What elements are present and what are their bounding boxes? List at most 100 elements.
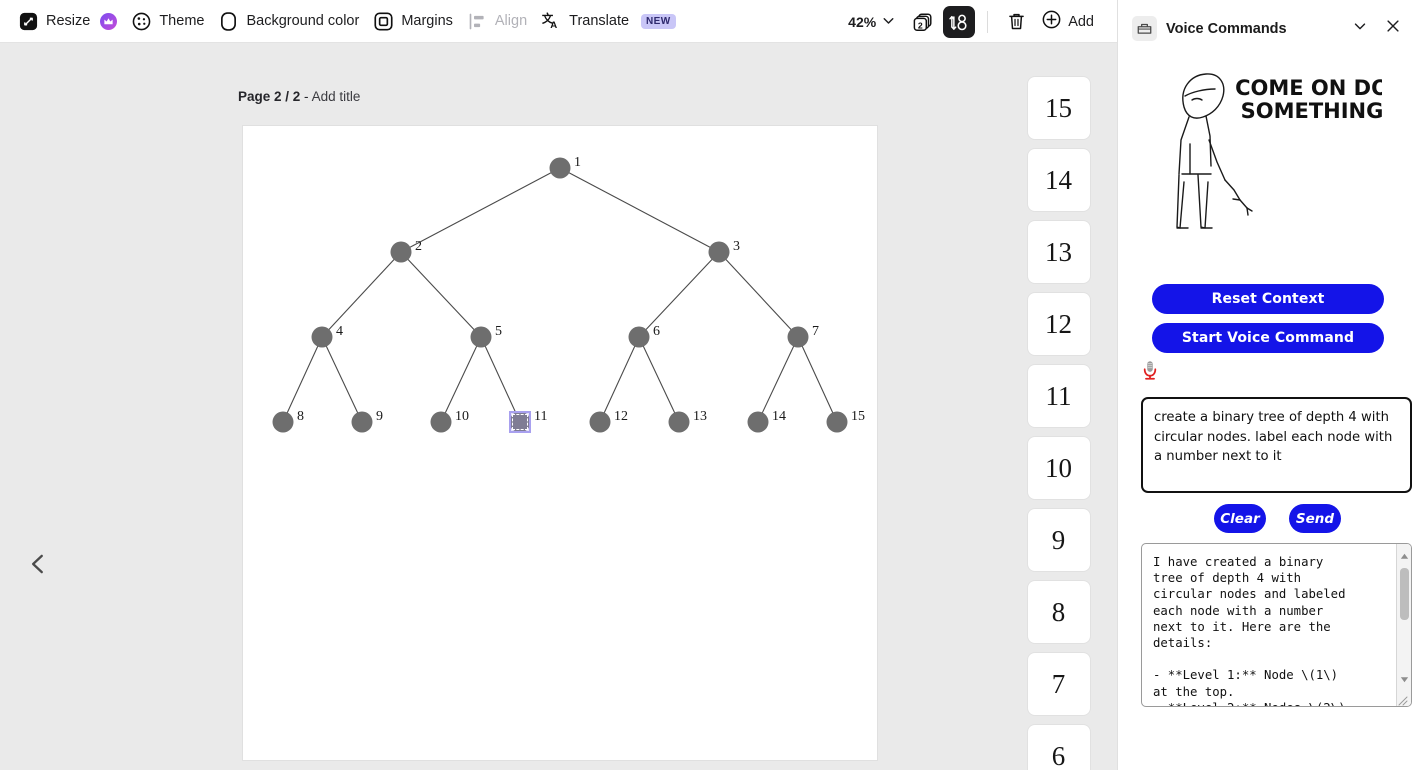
- svg-text:A: A: [550, 20, 557, 31]
- toolbar-item-resize[interactable]: Resize: [14, 6, 127, 36]
- meme-line-2: SOMETHING: [1241, 99, 1382, 123]
- toolbar-item-label: Resize: [46, 13, 91, 29]
- zoom-control[interactable]: 42%: [842, 8, 903, 36]
- page-thumbnail[interactable]: 7: [1027, 653, 1090, 715]
- meme-line-1: COME ON DO: [1235, 76, 1382, 100]
- toolbox-icon: [1132, 16, 1157, 41]
- toolbar-item-background-color[interactable]: Background color: [214, 6, 369, 36]
- page-label-separator: -: [300, 89, 312, 104]
- tree-node[interactable]: [549, 157, 571, 179]
- tree-node-label: 13: [693, 409, 707, 424]
- tree-node[interactable]: [430, 411, 452, 433]
- page-canvas[interactable]: 1 2 3 4 5 6 7 8 9 10 11 12 13 14 15: [243, 126, 877, 760]
- tree-edge: [638, 336, 680, 423]
- send-button[interactable]: Send: [1289, 504, 1341, 533]
- editor-area: Resize Theme Background color Margins Al…: [0, 0, 1117, 770]
- tree-node[interactable]: [311, 326, 333, 348]
- scroll-up-arrow-icon[interactable]: [1397, 549, 1411, 564]
- binary-tree-graphic: 12 34 5 6 78 9 10 11 12 13 14 15: [272, 155, 865, 433]
- meme-image: COME ON DO COME ON DO SOMETHING SOMETHIN…: [1154, 62, 1382, 260]
- arrange-pages-button[interactable]: [943, 5, 976, 38]
- tree-edge: [321, 251, 402, 338]
- response-resize-grip[interactable]: [1396, 693, 1411, 706]
- tree-edge: [559, 167, 720, 253]
- toolbar-item-margins[interactable]: Margins: [369, 6, 463, 36]
- page-thumbnail[interactable]: 14: [1027, 149, 1090, 211]
- tree-node[interactable]: [708, 241, 730, 263]
- tree-node[interactable]: [826, 411, 848, 433]
- tree-node-label: 4: [336, 324, 343, 339]
- page-thumbnail[interactable]: 9: [1027, 509, 1090, 571]
- tree-node[interactable]: [787, 326, 809, 348]
- tree-node[interactable]: [747, 411, 769, 433]
- tree-node-label: 6: [653, 324, 660, 339]
- page-thumbnail[interactable]: 11: [1027, 365, 1090, 427]
- tree-node[interactable]: [470, 326, 492, 348]
- tree-node-label: 14: [772, 409, 786, 424]
- resize-icon: [18, 11, 39, 32]
- page-thumbnail[interactable]: 6: [1027, 725, 1090, 770]
- add-title-link[interactable]: Add title: [312, 89, 361, 104]
- toolbar-item-label: Background color: [246, 13, 360, 29]
- tree-node[interactable]: [668, 411, 690, 433]
- toolbar-item-align[interactable]: Align: [463, 6, 537, 36]
- toolbar-item-label: Theme: [159, 13, 205, 29]
- tree-edge: [400, 251, 482, 338]
- scroll-down-arrow-icon[interactable]: [1397, 672, 1411, 687]
- tree-node-label: 7: [812, 324, 819, 339]
- page-thumbnail[interactable]: 10: [1027, 437, 1090, 499]
- clear-button[interactable]: Clear: [1214, 504, 1266, 533]
- previous-page-button[interactable]: [18, 546, 58, 586]
- toolbar-item-translate[interactable]: 文 A Translate NEW: [537, 6, 685, 36]
- tree-node[interactable]: [628, 326, 650, 348]
- page-label: Page 2 / 2 - Add title: [238, 89, 360, 104]
- start-voice-command-button[interactable]: Start Voice Command: [1152, 323, 1384, 353]
- tree-node[interactable]: [351, 411, 373, 433]
- add-button-label: Add: [1068, 13, 1094, 30]
- align-icon: [467, 11, 488, 32]
- response-output-box[interactable]: I have created a binary tree of depth 4 …: [1141, 543, 1412, 707]
- tree-node[interactable]: [272, 411, 294, 433]
- page-thumbnail[interactable]: 15: [1027, 77, 1090, 139]
- tree-node-label: 15: [851, 409, 865, 424]
- new-badge: NEW: [641, 13, 676, 29]
- response-text: I have created a binary tree of depth 4 …: [1153, 555, 1346, 706]
- chevron-down-icon: [1351, 17, 1369, 40]
- close-icon: [1384, 17, 1402, 40]
- chevron-down-icon: [880, 12, 897, 32]
- add-button[interactable]: Add: [1036, 4, 1103, 39]
- plus-circle-icon: [1041, 9, 1062, 34]
- voice-command-input[interactable]: [1141, 397, 1412, 493]
- chevron-left-icon: [25, 551, 51, 582]
- response-scrollbar[interactable]: [1396, 544, 1411, 706]
- panel-close-button[interactable]: [1381, 17, 1405, 41]
- page-thumbnail[interactable]: 12: [1027, 293, 1090, 355]
- page-thumbnail[interactable]: 8: [1027, 581, 1090, 643]
- tree-node-label: 5: [495, 324, 502, 339]
- node-selection-box[interactable]: [509, 411, 531, 433]
- tree-node[interactable]: [589, 411, 611, 433]
- panel-collapse-button[interactable]: [1348, 17, 1372, 41]
- tree-edge: [718, 251, 799, 338]
- toolbar: Resize Theme Background color Margins Al…: [0, 0, 1117, 43]
- toolbar-item-label: Translate: [569, 13, 630, 29]
- margins-icon: [373, 11, 394, 32]
- toolbar-item-theme[interactable]: Theme: [127, 6, 214, 36]
- page-count-button[interactable]: 2: [907, 6, 939, 38]
- page-indicator: Page 2 / 2: [238, 89, 301, 104]
- zoom-level-value: 42%: [848, 13, 877, 30]
- scrollbar-thumb[interactable]: [1400, 568, 1409, 620]
- tree-edge: [480, 336, 521, 423]
- premium-crown-icon: [100, 12, 118, 30]
- page-thumbnail-rail[interactable]: 15 14 13 12 11 10 9 8 7 6: [1000, 43, 1117, 770]
- panel-header: Voice Commands: [1118, 0, 1417, 57]
- page-thumbnail[interactable]: 13: [1027, 221, 1090, 283]
- tree-node-label: 12: [614, 409, 628, 424]
- reset-context-button[interactable]: Reset Context: [1152, 284, 1384, 314]
- theme-palette-icon: [131, 11, 152, 32]
- tree-node-label: 8: [297, 409, 304, 424]
- delete-button[interactable]: [1000, 6, 1032, 38]
- tree-node-label: 11: [534, 409, 547, 424]
- tree-node[interactable]: [390, 241, 412, 263]
- background-color-icon: [218, 11, 239, 32]
